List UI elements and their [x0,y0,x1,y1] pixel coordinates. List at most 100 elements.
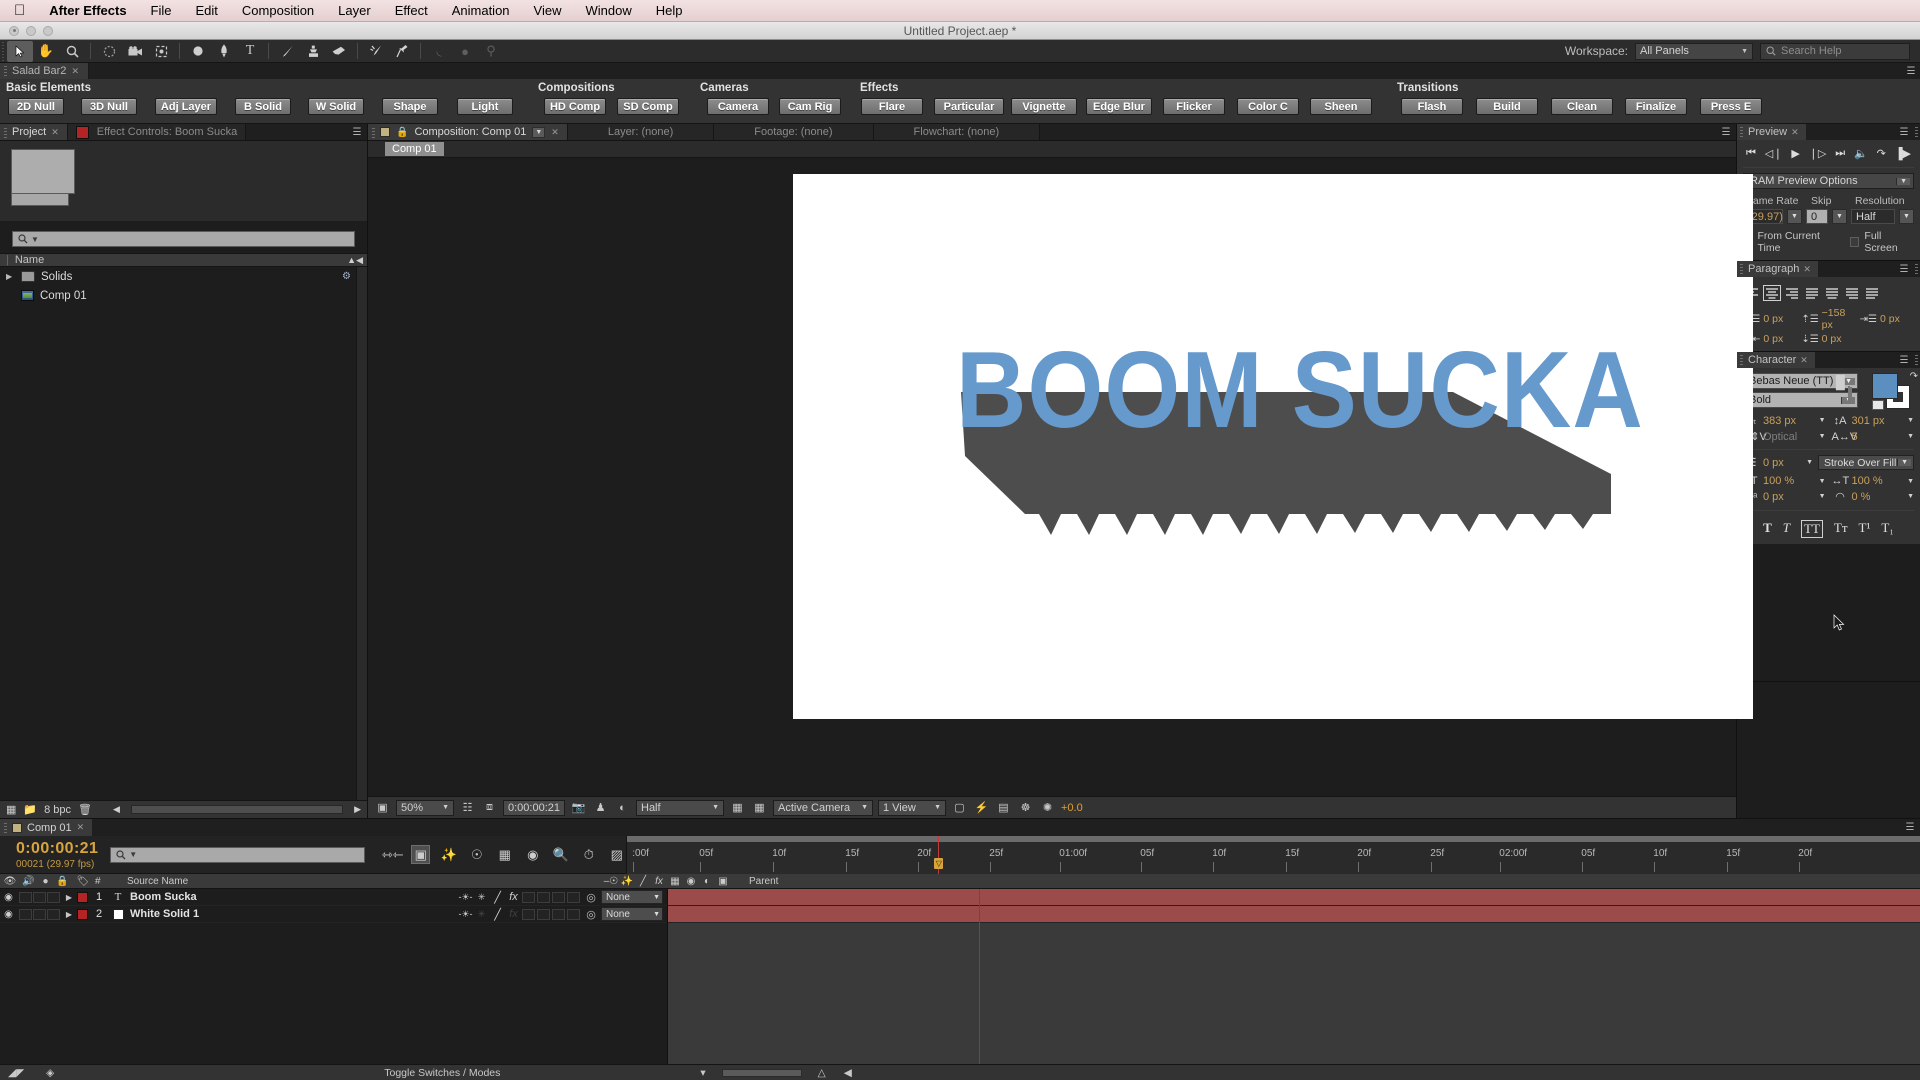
timeline-layer-bar[interactable] [668,906,1920,923]
panel-grip[interactable] [1912,261,1920,277]
paragraph-align-right-button[interactable] [1783,285,1801,301]
toggle-switches-modes-button[interactable]: Toggle Switches / Modes [384,1067,500,1079]
layer-effects-switch[interactable]: fx [506,908,521,920]
salad-button-particular[interactable]: Particular [934,98,1004,115]
space-after-field[interactable]: ⇣☰ 0 px [1801,333,1855,345]
exposure-reset-icon[interactable]: ✺ [1039,800,1056,816]
tab-footage[interactable]: Footage: (none) [714,124,874,140]
kerning-field[interactable]: A⇕V Optical ▼ [1743,430,1826,444]
playhead-marker[interactable]: ▽ [934,857,944,869]
font-size-field[interactable]: Tₜ 383 px ▼ [1743,414,1826,428]
fast-previews-icon[interactable]: ⚡ [973,800,990,816]
project-list-item[interactable]: ▶ Solids ⚙ [0,267,367,286]
view-layout-dropdown[interactable]: 1 View ▼ [878,799,946,816]
full-screen-checkbox[interactable]: Full Screen [1849,230,1914,254]
layer-shy-switch[interactable]: -☀- [458,909,473,920]
viewer-timecode[interactable]: 0:00:00:21 [503,799,565,816]
resolution-dropdown[interactable]: Half ▼ [636,799,724,816]
close-icon[interactable]: ✕ [51,127,59,138]
layer-collapse-switch[interactable]: ✳ [474,892,489,903]
shape-tool[interactable] [185,41,211,62]
layer-switch-3d[interactable] [567,891,580,903]
layer-parent-dropdown[interactable]: None ▼ [601,907,663,921]
layer-label-color[interactable] [77,891,88,903]
salad-button-press-e[interactable]: Press E [1700,98,1762,115]
menu-edit[interactable]: Edit [184,0,230,22]
camera-dropdown[interactable]: Active Camera ▼ [773,799,873,816]
salad-button-hd-comp[interactable]: HD Comp [544,98,606,115]
draft-3d-icon[interactable]: ▣ [411,845,431,864]
toolbar-grip[interactable] [0,39,7,63]
layer-video-toggle[interactable]: ◉ [0,909,17,920]
ram-preview-options-dropdown[interactable]: RAM Preview Options ▼ [1743,173,1914,189]
work-area-bar[interactable] [627,835,1920,842]
pixel-aspect-icon[interactable]: ▢ [951,800,968,816]
salad-button-color-c[interactable]: Color C [1237,98,1299,115]
pen-tool[interactable] [211,41,237,62]
faux-bold-button[interactable]: T [1763,520,1772,538]
scroll-right-icon[interactable]: ▶ [354,804,361,815]
exposure-value[interactable]: +0.0 [1061,802,1083,814]
loop-button[interactable]: ↷ [1877,147,1886,160]
disclosure-triangle-icon[interactable]: ▶ [6,272,15,281]
tracking-field[interactable]: A↔V 5 ▼ [1832,430,1915,443]
layer-collapse-switch[interactable]: ✳ [474,909,489,920]
paragraph-justify-last-center-button[interactable] [1823,285,1841,301]
workspace-dropdown[interactable]: All Panels ▼ [1635,42,1753,60]
salad-button-flicker[interactable]: Flicker [1163,98,1225,115]
layer-switch-adjustment[interactable] [552,908,565,920]
layer-switch-3d[interactable] [567,908,580,920]
layer-name[interactable]: Boom Sucka [126,891,197,903]
fill-color-swatch[interactable] [1872,373,1898,399]
brainstorm-icon[interactable]: 🔍 [551,845,570,864]
salad-button-sd-comp[interactable]: SD Comp [617,98,679,115]
timeline-zoom-slider-max-icon[interactable]: △ [818,1067,826,1079]
swap-colors-icon[interactable]: ↷ [1910,371,1918,382]
close-icon[interactable]: ✕ [551,127,559,138]
play-button[interactable]: ▶ [1791,147,1799,160]
salad-button-vignette[interactable]: Vignette [1011,98,1077,115]
preview-resolution-field[interactable]: Half [1851,209,1895,224]
zoom-level-dropdown[interactable]: 50% ▼ [396,799,454,816]
grid-guides-icon[interactable]: ☷ [459,800,476,816]
rotation-tool[interactable] [96,41,122,62]
layer-quality-switch[interactable]: ╱ [490,891,505,904]
project-search-input[interactable]: ▼ [12,231,355,247]
layer-quality-switch[interactable]: ╱ [490,908,505,921]
salad-button-b-solid[interactable]: B Solid [235,98,291,115]
region-of-interest-icon[interactable]: ⧈ [481,800,498,816]
panel-menu-icon[interactable]: ☰ [1896,261,1912,277]
menu-view[interactable]: View [522,0,574,22]
tab-effect-controls[interactable]: Effect Controls: Boom Sucka [67,124,247,140]
sort-caret-icon[interactable]: ▲◀ [347,255,367,266]
layer-parent-pickwhip[interactable]: ◎ [582,891,600,904]
channels-icon[interactable]: ◐ [614,800,631,816]
tab-flowchart[interactable]: Flowchart: (none) [873,124,1041,140]
tab-composition[interactable]: 🔒 Composition: Comp 01 ▼ ✕ [368,124,568,140]
layer-switch-motionblur[interactable] [537,908,550,920]
indent-first-field[interactable]: ⇥☰ 0 px [1860,307,1914,331]
font-style-dropdown[interactable]: Bold ▼ [1743,392,1858,408]
layer-audio-toggle[interactable] [19,891,32,903]
layer-audio-toggle[interactable] [19,908,32,920]
salad-button-clean[interactable]: Clean [1551,98,1613,115]
timeline-current-time[interactable]: 0:00:00:21 00021 (29.97 fps) [0,840,110,870]
layer-parent-dropdown[interactable]: None ▼ [601,890,663,904]
small-caps-button[interactable]: Tᴛ [1834,520,1848,538]
apple-icon[interactable]:  [10,3,37,18]
layer-switch-adjustment[interactable] [552,891,565,903]
hide-shy-layers-icon[interactable]: ✨ [439,845,458,864]
timeline-track-area[interactable] [668,889,1920,1064]
tsume-field[interactable]: ◠ 0 % ▼ [1832,490,1914,504]
delete-icon[interactable]: 🗑 [78,803,92,816]
timeline-zoom-slider[interactable] [721,1068,802,1077]
close-icon[interactable]: ✕ [1791,127,1799,138]
chevron-down-icon[interactable]: ▼ [532,126,546,138]
transparency-grid-icon[interactable]: ▦ [751,800,768,816]
selection-tool[interactable] [7,40,33,62]
salad-button-2d-null[interactable]: 2D Null [8,98,64,115]
timeline-nav-left-icon[interactable]: ◀ [844,1067,852,1079]
layer-video-toggle[interactable]: ◉ [0,892,17,903]
salad-button-w-solid[interactable]: W Solid [308,98,364,115]
prev-frame-button[interactable]: ◁❘ [1765,147,1783,160]
